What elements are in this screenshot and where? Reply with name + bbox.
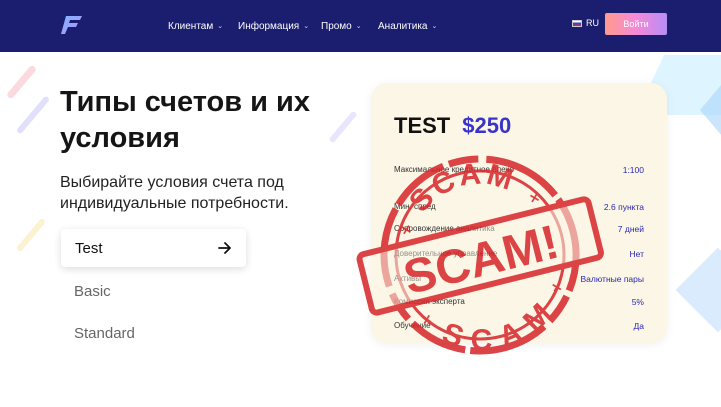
chevron-down-icon: ⌄ bbox=[431, 23, 438, 30]
card-row: Максимальное кредитное плечо 1:100 bbox=[394, 165, 644, 175]
card-row-label: Активы bbox=[394, 274, 422, 283]
card-row-value: 1:100 bbox=[622, 165, 644, 175]
card-row-value: Валютные пары bbox=[580, 274, 645, 284]
page-subtitle: Выбирайте условия счета под индивидуальн… bbox=[60, 174, 289, 212]
nav-promo[interactable]: Промо ⌄ bbox=[321, 0, 362, 52]
nav-analytics[interactable]: Аналитика ⌄ bbox=[378, 0, 437, 52]
nav-information[interactable]: Информация ⌄ bbox=[238, 0, 309, 52]
page-title: Типы счетов и их условия bbox=[60, 86, 310, 154]
flag-icon bbox=[572, 19, 582, 27]
language-switcher[interactable]: RU bbox=[572, 18, 599, 28]
card-row: Сопровождение аналитика 7 дней bbox=[394, 224, 644, 234]
card-account-name: TEST bbox=[394, 113, 451, 138]
nav-label: Клиентам bbox=[168, 20, 214, 32]
login-button[interactable]: Войти bbox=[605, 13, 667, 35]
card-row-label: Мин. спред bbox=[394, 202, 436, 211]
nav-clients[interactable]: Клиентам ⌄ bbox=[168, 0, 223, 52]
card-row-label: Сопровождение аналитика bbox=[394, 224, 495, 233]
decor-stripe bbox=[15, 217, 47, 253]
language-label: RU bbox=[586, 18, 599, 28]
card-row-label: Комиссия эксперта bbox=[394, 297, 465, 306]
card-row-label: Доверительное управление bbox=[394, 249, 498, 258]
card-row: Доверительное управление Нет bbox=[394, 249, 644, 259]
account-type-label: Test bbox=[75, 239, 103, 257]
top-header: Клиентам ⌄ Информация ⌄ Промо ⌄ Аналитика ⌄ … bbox=[0, 0, 721, 52]
arrow-right-icon bbox=[218, 242, 231, 254]
card-row-value: 2.6 пункта bbox=[603, 202, 644, 212]
card-row-label: Обучение bbox=[394, 321, 431, 330]
card-row-value: 5% bbox=[631, 297, 644, 307]
decor-stripe bbox=[5, 64, 38, 100]
chevron-down-icon: ⌄ bbox=[303, 23, 310, 30]
nav-label: Промо bbox=[321, 20, 352, 32]
card-header: TEST $250 bbox=[394, 113, 511, 139]
account-type-standard[interactable]: Standard bbox=[74, 325, 135, 342]
card-row-label: Максимальное кредитное плечо bbox=[394, 165, 514, 174]
nav-label: Аналитика bbox=[378, 20, 428, 32]
card-row-value: Нет bbox=[629, 249, 644, 259]
card-row-value: Да bbox=[633, 321, 644, 331]
card-row: Мин. спред 2.6 пункта bbox=[394, 202, 644, 212]
nav-label: Информация bbox=[238, 20, 300, 32]
logo-icon[interactable] bbox=[60, 12, 86, 38]
decor-stripe bbox=[15, 95, 51, 135]
account-type-basic[interactable]: Basic bbox=[74, 283, 111, 300]
chevron-down-icon: ⌄ bbox=[217, 23, 224, 30]
account-card: TEST $250 Максимальное кредитное плечо 1… bbox=[371, 83, 667, 343]
card-row: Обучение Да bbox=[394, 321, 644, 331]
card-row: Активы Валютные пары bbox=[394, 274, 644, 284]
card-row-value: 7 дней bbox=[617, 224, 644, 234]
page: Клиентам ⌄ Информация ⌄ Промо ⌄ Аналитика ⌄ … bbox=[0, 0, 721, 407]
decor-arrow bbox=[700, 84, 721, 136]
account-type-test[interactable]: Test bbox=[61, 229, 246, 267]
card-price: $250 bbox=[462, 113, 512, 138]
chevron-down-icon: ⌄ bbox=[355, 23, 362, 30]
card-row: Комиссия эксперта 5% bbox=[394, 297, 644, 307]
decor-shape bbox=[675, 247, 721, 333]
